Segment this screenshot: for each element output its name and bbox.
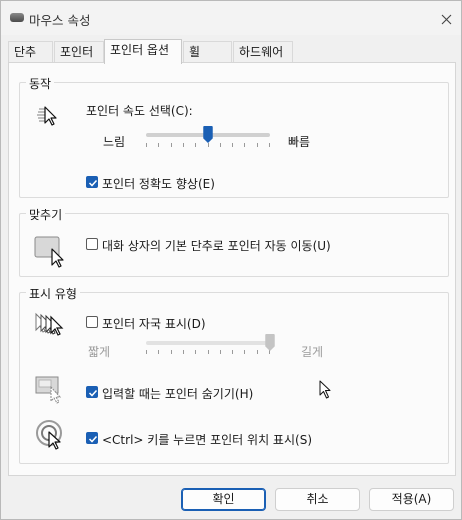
slider-tick [232, 143, 233, 147]
slider-tick [171, 143, 172, 147]
slow-label: 느림 [103, 135, 126, 149]
tab-hardware[interactable]: 하드웨어 [233, 41, 293, 63]
visibility-group-title: 표시 유형 [26, 285, 80, 302]
slider-tick [146, 143, 147, 147]
pointer-trails-label[interactable]: 포인터 자국 표시(D) [102, 315, 206, 332]
checkmark-icon [88, 389, 98, 397]
close-icon [441, 14, 451, 24]
hide-while-typing-checkbox[interactable] [86, 386, 98, 398]
slider-tick [208, 350, 209, 354]
slider-tick [183, 350, 184, 354]
apply-button[interactable]: 적용(A) [369, 488, 454, 511]
pointer-speed-icon [37, 106, 57, 126]
close-button[interactable] [435, 8, 457, 30]
hide-while-typing-label[interactable]: 입력할 때는 포인터 숨기기(H) [102, 385, 253, 402]
slider-tick [244, 143, 245, 147]
trails-slider-ticks [146, 350, 270, 354]
mouse-properties-window: 마우스 속성 단추 포인터 포인터 옵션 휠 하드웨어 동작 포인터 속도 선택… [0, 0, 462, 520]
slider-tick [257, 143, 258, 147]
enhance-precision-label[interactable]: 포인터 정확도 향상(E) [102, 175, 215, 192]
motion-group-title: 동작 [26, 75, 55, 92]
slider-tick [269, 143, 270, 147]
short-label: 짧게 [88, 345, 111, 359]
tab-panel: 동작 포인터 속도 선택(C): 느림 빠름 포인터 정확도 향상(E) 맞추기 [8, 62, 456, 476]
checkmark-icon [88, 179, 98, 187]
slider-tick [232, 350, 233, 354]
pointer-speed-label: 포인터 속도 선택(C): [86, 104, 193, 118]
ok-button[interactable]: 확인 [181, 488, 266, 511]
slider-tick [195, 143, 196, 147]
slider-tick [146, 350, 147, 354]
trails-slider-thumb[interactable] [265, 334, 275, 352]
slider-tick [158, 350, 159, 354]
checkmark-icon [88, 435, 98, 443]
slider-tick [244, 350, 245, 354]
snap-to-checkbox[interactable] [86, 238, 98, 250]
title-bar[interactable]: 마우스 속성 [1, 1, 461, 35]
slider-tick [257, 350, 258, 354]
snap-to-group-title: 맞추기 [26, 206, 66, 223]
show-location-icon [36, 420, 62, 450]
pointer-trails-icon [35, 312, 64, 336]
slider-tick [220, 143, 221, 147]
tab-strip: 단추 포인터 포인터 옵션 휠 하드웨어 [8, 39, 456, 64]
tab-pointer-options[interactable]: 포인터 옵션 [104, 39, 182, 64]
speed-slider-thumb[interactable] [203, 126, 213, 144]
enhance-precision-checkbox[interactable] [86, 176, 98, 188]
window-title: 마우스 속성 [29, 13, 91, 28]
slider-tick [158, 143, 159, 147]
fast-label: 빠름 [288, 135, 311, 149]
slider-tick [195, 350, 196, 354]
snap-to-icon [34, 236, 64, 268]
show-location-ctrl-label[interactable]: <Ctrl> 키를 누르면 포인터 위치 표시(S) [102, 431, 312, 448]
cancel-button[interactable]: 취소 [275, 488, 360, 511]
tab-wheel[interactable]: 휠 [183, 41, 232, 63]
slider-tick [171, 350, 172, 354]
slider-tick [220, 350, 221, 354]
show-location-ctrl-checkbox[interactable] [86, 432, 98, 444]
mouse-icon [10, 13, 24, 22]
motion-group: 동작 [19, 75, 449, 198]
slider-tick [183, 143, 184, 147]
tab-buttons[interactable]: 단추 [8, 41, 53, 63]
pointer-trails-checkbox[interactable] [86, 316, 98, 328]
tab-pointers[interactable]: 포인터 [54, 41, 104, 63]
hide-pointer-icon [35, 376, 62, 404]
snap-to-label[interactable]: 대화 상자의 기본 단추로 포인터 자동 이동(U) [102, 237, 331, 254]
mouse-cursor-icon [319, 380, 331, 399]
long-label: 길게 [301, 345, 324, 359]
trails-slider-track[interactable] [146, 341, 270, 345]
